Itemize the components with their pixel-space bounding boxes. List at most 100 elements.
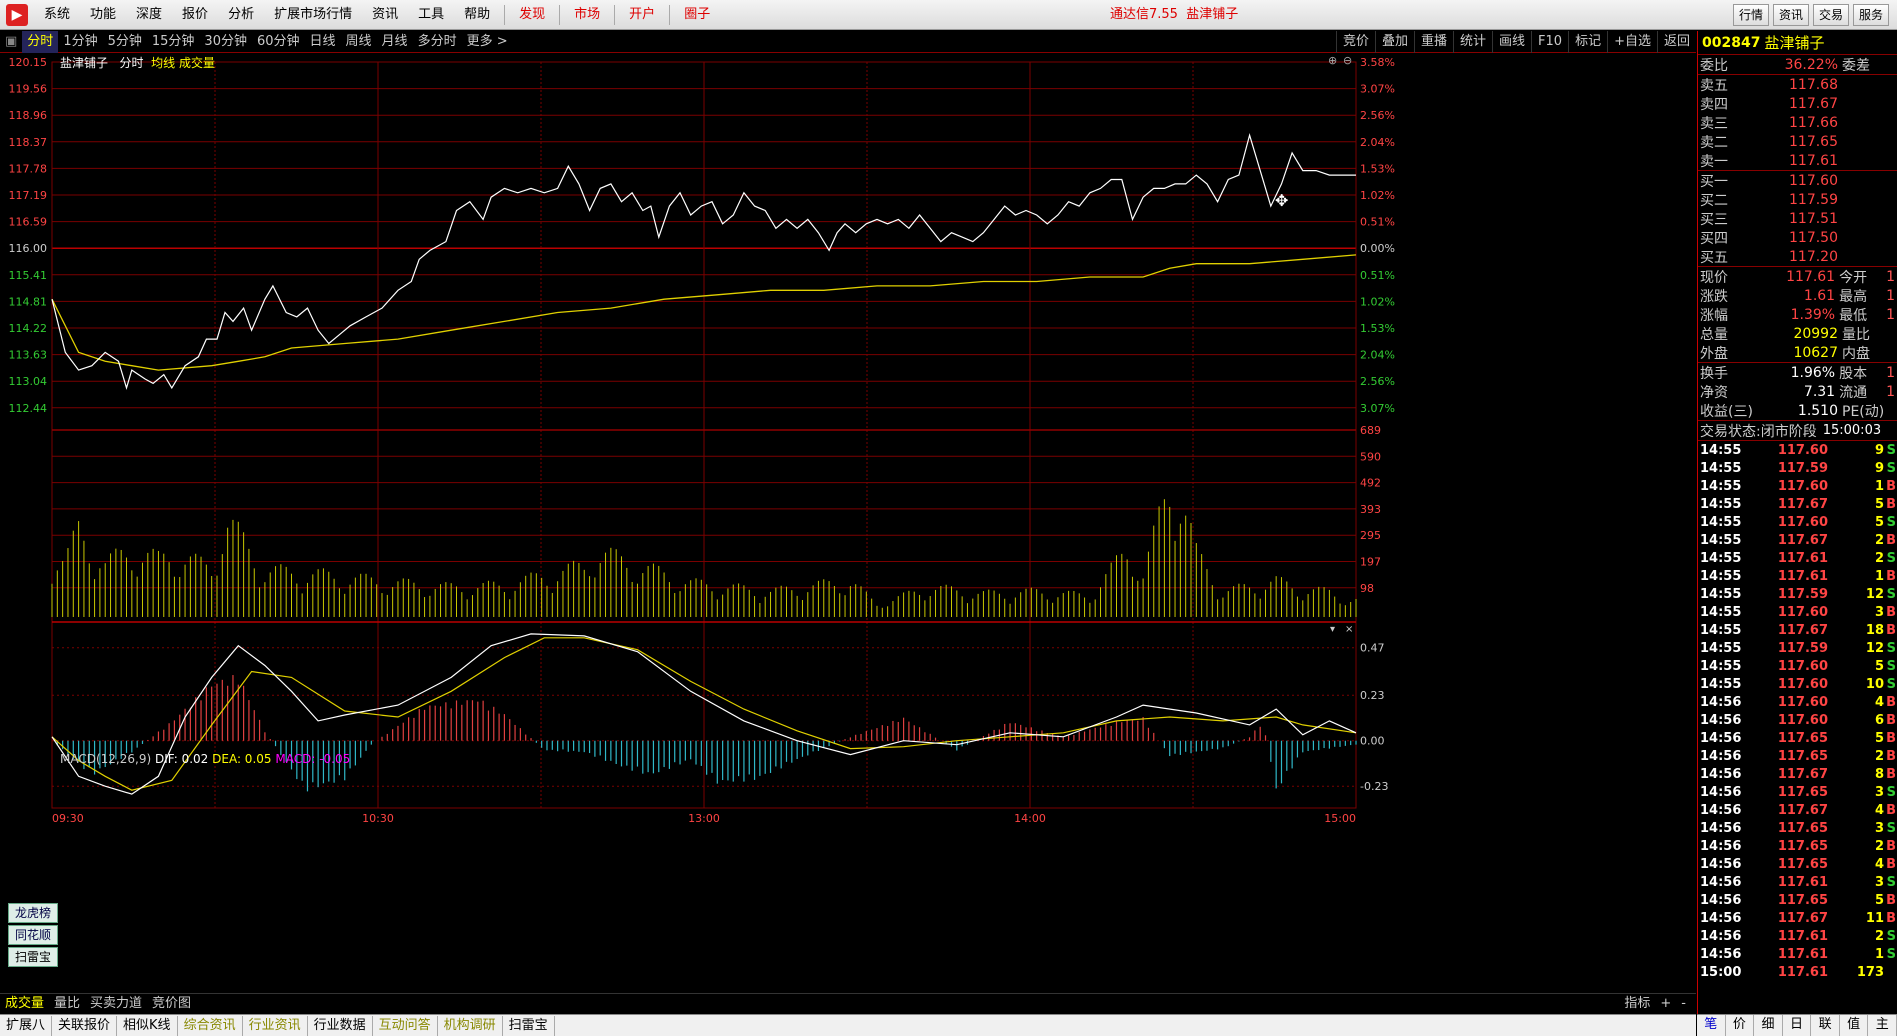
menu-separator [614, 4, 616, 25]
macd-close-icon: × [1345, 624, 1353, 635]
tab-ext-eight[interactable]: 扩展八 [0, 1015, 53, 1036]
tick-time: 14:56 [1700, 712, 1742, 728]
panel-toggle-icon[interactable]: ▣ [0, 31, 22, 53]
indicator-button[interactable]: 指标 [1624, 994, 1650, 1014]
tick-price: 117.59 [1777, 586, 1828, 602]
menu-quote[interactable]: 报价 [172, 0, 218, 30]
menu-discover[interactable]: 发现 [509, 0, 555, 30]
tab-weekly[interactable]: 周线 [341, 31, 377, 53]
tab-main[interactable]: 主 [1868, 1015, 1897, 1036]
tab-value[interactable]: 值 [1840, 1015, 1869, 1036]
weibi-label: 委比 [1700, 57, 1728, 74]
bid-price: 117.51 [1789, 210, 1838, 227]
tick-volume: 18 [1865, 622, 1884, 638]
tab-detail[interactable]: 细 [1754, 1015, 1783, 1036]
tick-volume: 4 [1874, 802, 1884, 818]
price-tick-label: 116.00 [9, 242, 48, 255]
tick-time: 14:55 [1700, 658, 1742, 674]
tick-price: 117.60 [1777, 442, 1828, 458]
tab-auction-chart[interactable]: 竞价图 [147, 994, 196, 1014]
tick-direction: B [1886, 892, 1896, 908]
longhu-button[interactable]: 龙虎榜 [8, 903, 58, 923]
tool-back[interactable]: 返回 [1656, 31, 1696, 53]
menu-open-account[interactable]: 开户 [619, 0, 665, 30]
tab-industry-info[interactable]: 行业资讯 [243, 1015, 308, 1036]
minesweeper-button[interactable]: 扫雷宝 [8, 947, 58, 967]
menu-tools[interactable]: 工具 [408, 0, 454, 30]
trade-state-row: 交易状态: 闭市阶段 15:00:03 [1698, 421, 1897, 440]
volume-tick-label: 590 [1360, 450, 1381, 463]
tab-more[interactable]: 更多 > [462, 31, 513, 53]
tab-5min[interactable]: 5分钟 [103, 31, 147, 53]
tab-day[interactable]: 日 [1783, 1015, 1812, 1036]
tick-price: 117.60 [1777, 676, 1828, 692]
tick-row: 14:55 117.60 5 S [1698, 513, 1897, 531]
tab-multi-day[interactable]: 多分时 [413, 31, 462, 53]
menu-info[interactable]: 资讯 [362, 0, 408, 30]
tab-industry-data[interactable]: 行业数据 [308, 1015, 373, 1036]
pct-tick-label: 1.53% [1360, 162, 1395, 175]
menu-analysis[interactable]: 分析 [218, 0, 264, 30]
menu-bar: ▶ 系统 功能 深度 报价 分析 扩展市场行情 资讯 工具 帮助 发现 市场 开… [0, 0, 1897, 30]
tool-auction[interactable]: 竞价 [1335, 31, 1375, 53]
ask-row: 卖二 117.65 [1698, 132, 1897, 151]
tab-intraday[interactable]: 分时 [22, 30, 59, 53]
menu-separator [504, 4, 506, 25]
extension-tabs: 扩展八 关联报价 相似K线 综合资讯 行业资讯 行业数据 互动问答 机构调研 扫… [0, 1014, 1696, 1036]
menu-help[interactable]: 帮助 [454, 0, 500, 30]
intraday-chart[interactable]: 120.15 3.58% 119.56 3.07% 118.96 2.56% 118.37 2… [0, 54, 1696, 993]
menu-market[interactable]: 市场 [564, 0, 610, 30]
stat-label: 内盘 [1842, 345, 1870, 362]
menu-depth[interactable]: 深度 [126, 0, 172, 30]
tick-direction: B [1886, 532, 1896, 548]
menu-circle[interactable]: 圈子 [674, 0, 720, 30]
menu-ext-market[interactable]: 扩展市场行情 [264, 0, 362, 30]
service-button[interactable]: 服务 [1852, 4, 1889, 26]
quote-button[interactable]: 行情 [1732, 4, 1769, 26]
tab-daily[interactable]: 日线 [305, 31, 341, 53]
tick-list[interactable]: 14:55 117.60 9 S 14:55 117.59 9 S 14:55 117.60 1 B 1… [1698, 441, 1897, 981]
tab-interactive-qa[interactable]: 互动问答 [373, 1015, 438, 1036]
tonghuashun-button[interactable]: 同花顺10 [8, 925, 58, 960]
tab-price[interactable]: 价 [1726, 1015, 1755, 1036]
tool-replay[interactable]: 重播 [1413, 31, 1453, 53]
stat-label: 今开 [1839, 269, 1868, 286]
tool-draw[interactable]: 画线 [1492, 31, 1531, 53]
tab-monthly[interactable]: 月线 [377, 31, 413, 53]
tick-row: 14:56 117.65 5 B [1698, 729, 1897, 747]
tool-overlay[interactable]: 叠加 [1374, 31, 1414, 53]
tick-volume: 1 [1874, 568, 1884, 584]
tab-volume[interactable]: 成交量 [0, 994, 49, 1014]
add-pane-button[interactable]: + [1660, 994, 1671, 1014]
tool-stats[interactable]: 统计 [1453, 31, 1492, 53]
tool-f10[interactable]: F10 [1531, 31, 1568, 53]
tab-minesweeper[interactable]: 扫雷宝 [503, 1015, 555, 1036]
info-button[interactable]: 资讯 [1772, 4, 1809, 26]
tab-1min[interactable]: 1分钟 [58, 31, 102, 53]
remove-pane-button[interactable]: - [1681, 994, 1686, 1014]
menu-system[interactable]: 系统 [34, 0, 80, 30]
tab-link[interactable]: 联 [1811, 1015, 1840, 1036]
tab-related-quote[interactable]: 关联报价 [52, 1015, 118, 1036]
trade-button[interactable]: 交易 [1812, 4, 1849, 26]
tool-mark[interactable]: 标记 [1568, 31, 1607, 53]
tab-similar-kline[interactable]: 相似K线 [117, 1015, 178, 1036]
menu-separator [669, 4, 671, 25]
tick-row: 14:56 117.65 2 B [1698, 837, 1897, 855]
period-tabbar: ▣ 分时 1分钟 5分钟 15分钟 30分钟 60分钟 日线 周线 月线 多分时… [0, 30, 1696, 53]
tab-60min[interactable]: 60分钟 [252, 31, 305, 53]
tool-add-watchlist[interactable]: +自选 [1607, 31, 1657, 53]
tab-30min[interactable]: 30分钟 [199, 31, 252, 53]
tab-15min[interactable]: 15分钟 [147, 31, 200, 53]
tab-general-info[interactable]: 综合资讯 [178, 1015, 243, 1036]
tick-row: 14:56 117.67 8 B [1698, 765, 1897, 783]
stat-label: 收益(三) [1700, 403, 1753, 420]
title-stock-name: 盐津铺子 [1186, 7, 1239, 22]
tab-ticks[interactable]: 笔 [1697, 1015, 1726, 1036]
tick-volume: 10 [1865, 676, 1884, 692]
tab-volume-ratio[interactable]: 量比 [49, 994, 85, 1014]
menu-function[interactable]: 功能 [80, 0, 126, 30]
tab-institution-research[interactable]: 机构调研 [438, 1015, 503, 1036]
tick-row: 14:56 117.61 3 S [1698, 873, 1897, 891]
tab-buy-sell-power[interactable]: 买卖力道 [85, 994, 147, 1014]
